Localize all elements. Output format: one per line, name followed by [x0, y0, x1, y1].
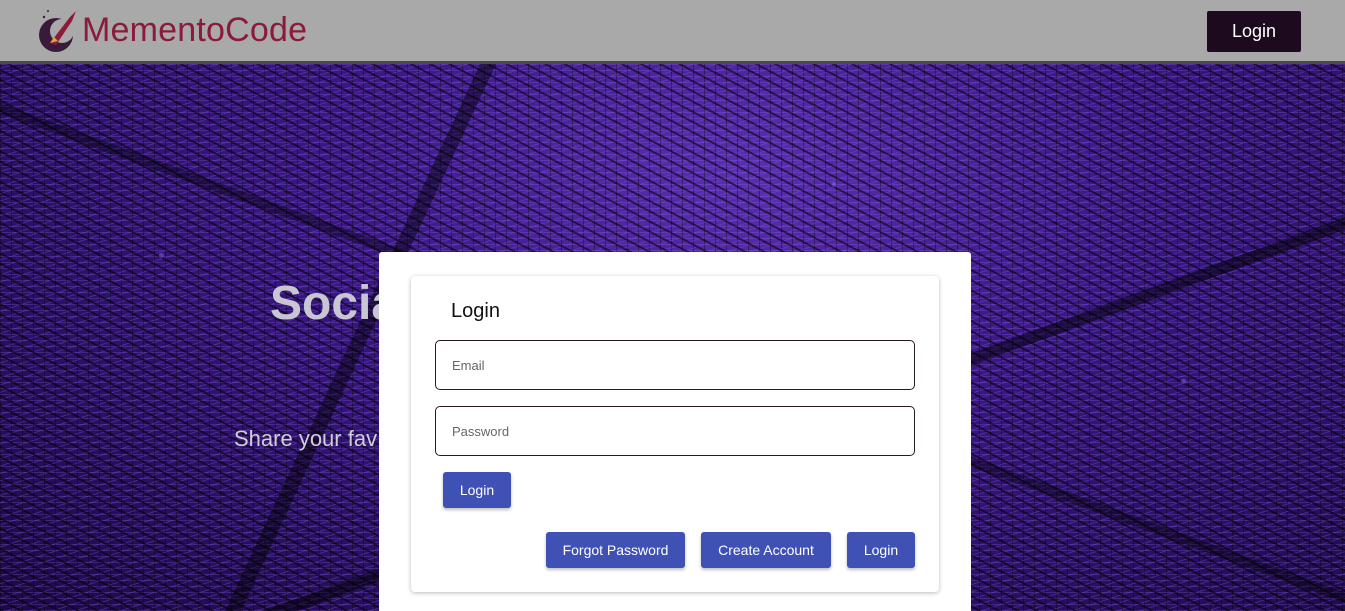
logo-text: MementoCode	[82, 11, 308, 49]
login-switch-button[interactable]: Login	[847, 532, 915, 568]
header-login-button[interactable]: Login	[1207, 11, 1301, 52]
logo[interactable]: MementoCode	[36, 6, 307, 54]
login-dialog: Login Login Forgot Password Create Accou…	[379, 252, 971, 611]
email-field[interactable]	[435, 340, 915, 390]
password-field[interactable]	[435, 406, 915, 456]
create-account-button[interactable]: Create Account	[701, 532, 831, 568]
top-header: MementoCode Login	[0, 0, 1345, 64]
forgot-password-button[interactable]: Forgot Password	[546, 532, 685, 568]
login-button[interactable]: Login	[443, 472, 511, 508]
login-card: Login Login Forgot Password Create Accou…	[411, 276, 939, 592]
hero-subtitle: Share your fav	[234, 426, 378, 451]
login-title: Login	[451, 300, 500, 322]
rocket-logo-icon	[39, 10, 76, 52]
